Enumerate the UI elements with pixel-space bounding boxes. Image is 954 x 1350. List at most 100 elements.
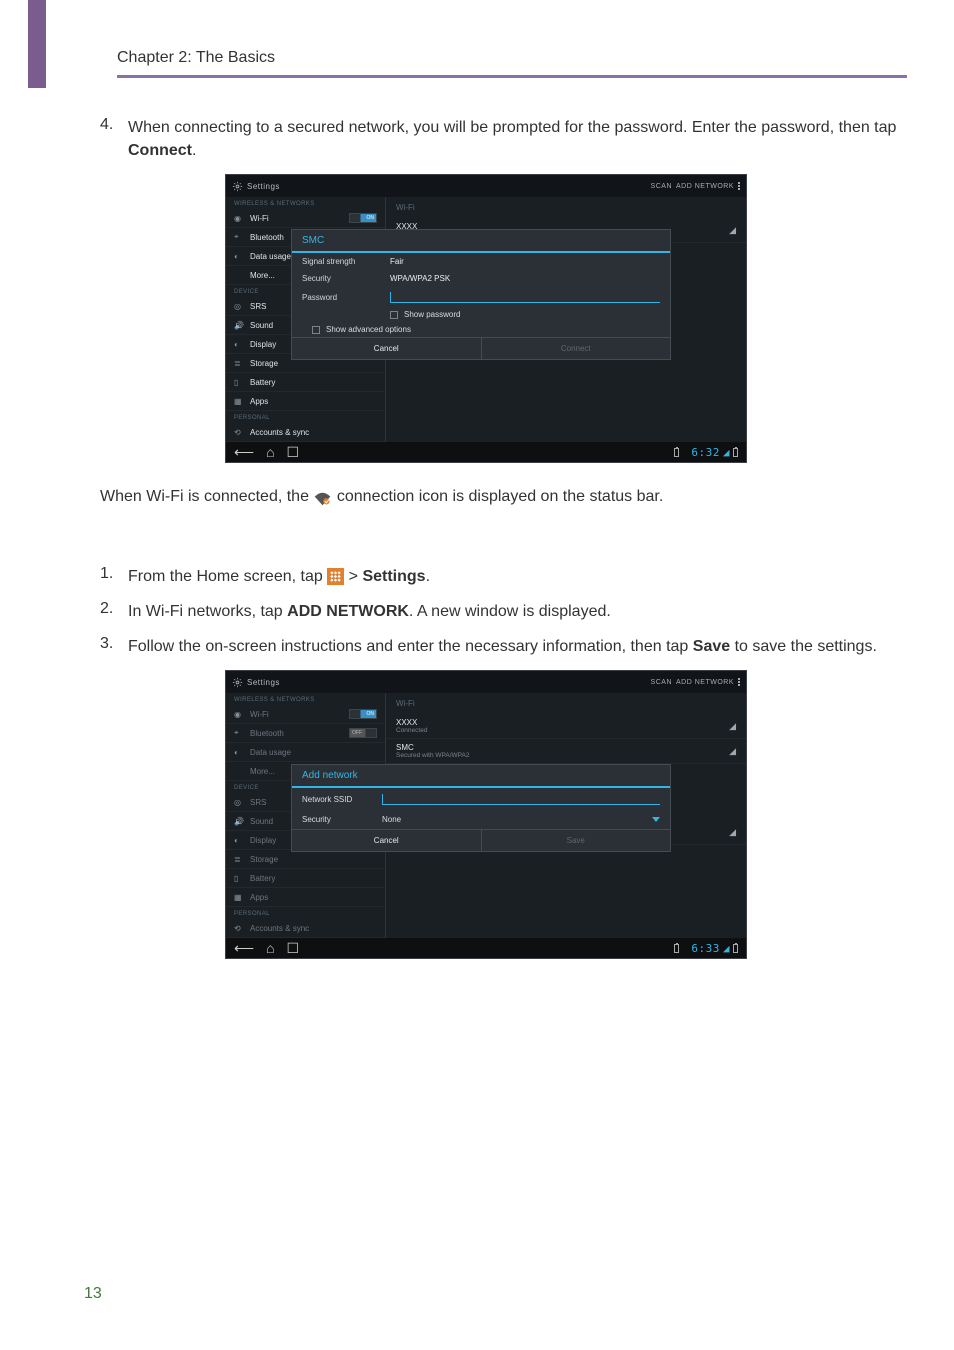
battery-icon: ▯ [234,874,245,883]
item-label: Apps [250,397,377,406]
paragraph-connected: When Wi-Fi is connected, the connection … [100,485,890,508]
wifi-signal-icon: ◢ [729,827,736,838]
home-icon[interactable]: ⌂ [266,940,274,956]
recent-icon[interactable]: ☐ [287,444,300,461]
item-label: Wi-Fi [250,710,349,719]
sidebar-item-accounts[interactable]: ⟲Accounts & sync [226,919,385,938]
display-icon: ◐ [234,340,245,349]
system-navbar: ⟵ ⌂ ☐ 6:32◢ [226,442,746,462]
sidebar-item-wifi[interactable]: ◉Wi-FiON [226,209,385,228]
overflow-menu-icon[interactable] [738,678,740,686]
item-label: Battery [250,874,377,883]
security-dropdown[interactable]: None [382,815,660,824]
sidebar-item-data[interactable]: ◐Data usage [226,743,385,762]
network-status: Connected [396,727,729,734]
srs-icon: ◎ [234,798,245,807]
apps-icon: ▦ [234,893,245,902]
text-run: . [192,142,196,159]
apps-launcher-icon [327,568,344,585]
field-value: Fair [390,257,660,266]
actionbar-title: Settings [247,678,280,687]
text-run: to save the settings. [735,638,877,655]
scan-button[interactable]: SCAN [651,679,672,686]
bluetooth-toggle[interactable]: OFF [349,728,377,738]
screenshot-add-network: Settings SCAN ADD NETWORK WIRELESS & NET… [225,670,747,959]
srs-icon: ◎ [234,302,245,311]
step-number: 1. [100,565,128,588]
item-label: Storage [250,855,377,864]
advanced-options-checkbox[interactable] [312,326,320,334]
wifi-status-icon: ◢ [723,446,730,459]
scan-button[interactable]: SCAN [651,183,672,190]
cancel-button[interactable]: Cancel [292,338,482,359]
text-run: When Wi-Fi is connected, the [100,488,309,505]
connect-button[interactable]: Connect [482,338,671,359]
sidebar-item-wifi[interactable]: ◉Wi-FiON [226,705,385,724]
password-input[interactable] [390,291,660,303]
section-header: WIRELESS & NETWORKS [226,197,385,209]
text-run: In Wi-Fi networks, tap [128,603,283,620]
text-run: When connecting to a secured network, yo… [128,119,896,136]
text-run: . [426,568,430,585]
field-label: Signal strength [302,257,390,266]
clock-time: 6:32 [691,446,720,459]
sidebar-item-apps[interactable]: ▦ Apps [226,888,385,907]
save-button[interactable]: Save [482,830,671,851]
section-header: PERSONAL [226,411,385,423]
recent-icon[interactable]: ☐ [287,940,300,957]
sidebar-item-storage[interactable]: ≣Storage [226,850,385,869]
wifi-toggle[interactable]: ON [349,213,377,223]
screenshot-wifi-connect: Settings SCAN ADD NETWORK WIRELESS & NET… [225,174,747,463]
cancel-button[interactable]: Cancel [292,830,482,851]
add-network-button[interactable]: ADD NETWORK [676,679,734,686]
item-label: Battery [250,378,377,387]
field-label: Security [302,815,374,824]
clock-time: 6:33 [691,942,720,955]
instruction-step-3: 3. Follow the on-screen instructions and… [100,635,907,658]
system-navbar: ⟵ ⌂ ☐ 6:33◢ [226,938,746,958]
section-header: PERSONAL [226,907,385,919]
title-underline [117,75,907,78]
instruction-step-1: 1. From the Home screen, tap > Settings. [100,565,907,588]
network-row[interactable]: XXXXConnected◢ [386,714,746,739]
home-icon[interactable]: ⌂ [266,444,274,460]
text-run: connection icon is displayed on the stat… [337,488,663,505]
wifi-toggle[interactable]: ON [349,709,377,719]
sidebar-item-battery[interactable]: ▯Battery [226,373,385,392]
wifi-signal-icon: ◢ [729,225,736,236]
step-number: 3. [100,635,128,658]
network-row[interactable]: SMCSecured with WPA/WPA2◢ [386,739,746,764]
pane-header: Wi-Fi [386,197,746,218]
sync-icon: ⟲ [234,924,245,933]
sound-icon: 🔊 [234,817,245,826]
text-run: From the Home screen, tap [128,568,323,585]
back-icon[interactable]: ⟵ [234,444,254,461]
wifi-signal-icon: ◢ [729,721,736,732]
back-icon[interactable]: ⟵ [234,940,254,957]
sidebar-item-battery[interactable]: ▯ Battery [226,869,385,888]
page-number: 13 [84,1285,102,1303]
field-label: Password [302,293,390,302]
wifi-status-icon: ◢ [723,942,730,955]
action-bar: Settings SCAN ADD NETWORK [226,671,746,693]
sidebar-item-bluetooth[interactable]: ⌖BluetoothOFF [226,724,385,743]
sync-icon: ⟲ [234,428,245,437]
network-name: SMC [396,743,729,752]
overflow-menu-icon[interactable] [738,182,740,190]
sidebar-item-accounts[interactable]: ⟲Accounts & sync [226,423,385,442]
add-network-button[interactable]: ADD NETWORK [676,183,734,190]
bluetooth-icon: ⌖ [234,232,245,242]
instruction-step-4: 4. When connecting to a secured network,… [100,116,907,162]
ssid-input[interactable] [382,793,660,805]
text-bold: Connect [128,142,192,159]
dropdown-value: None [382,815,401,824]
text-run: > [349,568,358,585]
section-header: WIRELESS & NETWORKS [226,693,385,705]
step-text: When connecting to a secured network, yo… [128,116,907,162]
text-run: Follow the on-screen instructions and en… [128,638,688,655]
data-icon: ◐ [234,748,245,757]
show-password-checkbox[interactable] [390,311,398,319]
item-label: Bluetooth [250,729,349,738]
sidebar-item-apps[interactable]: ▦Apps [226,392,385,411]
item-label: Apps [250,893,377,902]
